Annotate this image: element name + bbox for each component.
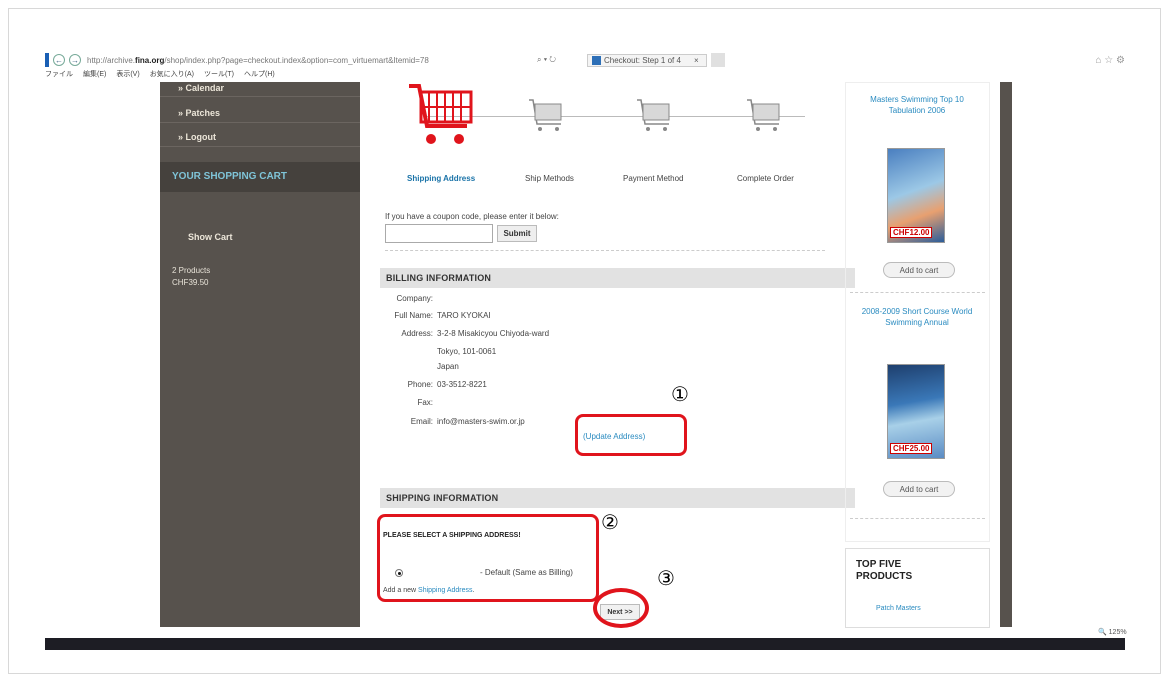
top-five-box: TOP FIVE PRODUCTS Patch Masters	[845, 548, 990, 628]
sidebar-item-patches[interactable]: » Patches	[178, 108, 220, 118]
cart-product-count: 2 Products	[172, 266, 211, 275]
browser-toolbar: ← → http://archive.fina.org/shop/index.p…	[45, 50, 1125, 70]
highlight-update-address	[575, 414, 687, 456]
checkout-content: Shipping Address Ship Methods Payment Me…	[375, 82, 855, 638]
sidebar-item-calendar[interactable]: » Calendar	[178, 83, 224, 93]
phone-label: Phone:	[407, 380, 433, 389]
highlight-shipping-select	[377, 514, 599, 602]
cart-icon	[637, 99, 670, 131]
zoom-level[interactable]: 🔍 125%	[1098, 628, 1127, 636]
active-cart-icon	[409, 84, 473, 144]
browser-edge	[45, 53, 49, 67]
address-line3: Japan	[437, 362, 459, 371]
address-line1: 3-2-8 Misakicyou Chiyoda-ward	[437, 329, 550, 338]
fax-label: Fax:	[417, 398, 433, 407]
cart-total: CHF39.50	[172, 278, 209, 287]
marker-1: ①	[671, 382, 689, 406]
product-price: CHF25.00	[890, 443, 933, 454]
product-title-link[interactable]: Masters Swimming Top 10 Tabulation 2006	[857, 94, 977, 116]
fullname-label: Full Name:	[394, 311, 433, 320]
marker-2: ②	[601, 510, 619, 534]
top-five-heading: TOP FIVE PRODUCTS	[856, 559, 913, 582]
menu-item[interactable]: ヘルプ(H)	[244, 69, 275, 81]
product-image[interactable]: CHF25.00	[887, 364, 945, 459]
add-to-cart-button[interactable]: Add to cart	[883, 481, 955, 497]
cart-icon	[529, 99, 562, 131]
submit-coupon-button[interactable]: Submit	[497, 225, 537, 242]
cart-icon	[747, 99, 780, 131]
taskbar	[45, 638, 1125, 650]
phone-value: 03-3512-8221	[437, 380, 487, 389]
search-refresh-icon[interactable]: ⌕ ▾ ↻	[537, 55, 587, 65]
menu-item[interactable]: ファイル	[45, 69, 73, 81]
email-label: Email:	[410, 417, 433, 426]
menu-item[interactable]: 編集(E)	[83, 69, 106, 81]
step-complete-order: Complete Order	[737, 174, 794, 183]
address-label: Address:	[401, 329, 433, 338]
address-bar[interactable]: http://archive.fina.org/shop/index.php?p…	[87, 56, 507, 65]
product-title-link[interactable]: 2008-2009 Short Course World Swimming An…	[857, 306, 977, 328]
forward-icon[interactable]: →	[69, 54, 81, 66]
web-page: » Calendar » Patches » Logout YOUR SHOPP…	[45, 82, 1125, 638]
coupon-input[interactable]	[385, 224, 493, 243]
browser-tab[interactable]: Checkout: Step 1 of 4 ×	[587, 53, 707, 67]
new-tab-button[interactable]	[711, 53, 725, 67]
show-cart-link[interactable]: Show Cart	[188, 232, 233, 242]
sidebar-item-logout[interactable]: » Logout	[178, 132, 216, 142]
top-five-item[interactable]: Patch Masters	[876, 605, 921, 612]
email-value: info@masters-swim.or.jp	[437, 417, 525, 426]
menu-item[interactable]: 表示(V)	[116, 69, 139, 81]
right-border-bar	[1000, 82, 1012, 627]
menu-item[interactable]: お気に入り(A)	[150, 69, 194, 81]
address-line2: Tokyo, 101-0061	[437, 347, 497, 356]
close-icon[interactable]: ×	[694, 56, 699, 65]
add-to-cart-button[interactable]: Add to cart	[883, 262, 955, 278]
tab-title: Checkout: Step 1 of 4	[604, 55, 681, 65]
product-image[interactable]: CHF12.00	[887, 148, 945, 243]
back-icon[interactable]: ←	[53, 54, 65, 66]
left-sidebar: » Calendar » Patches » Logout YOUR SHOPP…	[160, 82, 360, 627]
marker-3: ③	[657, 566, 675, 590]
company-label: Company:	[396, 294, 433, 303]
menu-bar: ファイル 編集(E) 表示(V) お気に入り(A) ツール(T) ヘルプ(H)	[45, 69, 1125, 81]
menu-item[interactable]: ツール(T)	[204, 69, 234, 81]
checkout-steps: Shipping Address Ship Methods Payment Me…	[385, 82, 825, 183]
shipping-heading: SHIPPING INFORMATION	[380, 488, 855, 508]
favicon-icon	[592, 55, 601, 65]
divider	[160, 96, 360, 97]
divider	[850, 518, 985, 519]
divider	[160, 122, 360, 123]
step-shipping-address[interactable]: Shipping Address	[407, 174, 475, 183]
product-price: CHF12.00	[890, 227, 933, 238]
highlight-next	[593, 588, 649, 628]
home-star-gear-icons[interactable]: ⌂ ☆ ⚙	[1095, 55, 1125, 66]
nav-buttons: ← →	[53, 54, 81, 66]
divider	[160, 146, 360, 147]
divider	[850, 292, 985, 293]
shopping-cart-header: YOUR SHOPPING CART	[160, 162, 360, 192]
divider	[385, 250, 825, 251]
coupon-prompt: If you have a coupon code, please enter …	[385, 212, 559, 221]
fullname-value: TARO KYOKAI	[437, 311, 491, 320]
billing-heading: BILLING INFORMATION	[380, 268, 855, 288]
step-ship-methods: Ship Methods	[525, 174, 574, 183]
step-payment-method: Payment Method	[623, 174, 684, 183]
